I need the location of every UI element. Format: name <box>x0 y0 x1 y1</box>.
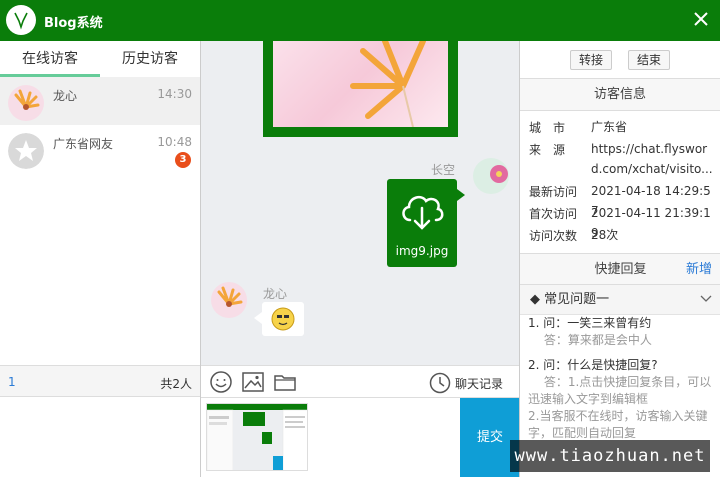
visitor-info: 城 市 广东省 来 源 https://chat.flysword.com/xc… <box>520 111 720 253</box>
sender-name: 龙心 <box>263 287 288 301</box>
visitor-info-panel: 转接 结束 访客信息 城 市 广东省 来 源 https://chat.flys… <box>519 41 720 477</box>
folder-icon[interactable] <box>273 371 297 393</box>
quick-reply-header: 快捷回复 新增 <box>520 253 720 285</box>
avatar <box>8 133 44 169</box>
tab-history-visitors[interactable]: 历史访客 <box>100 41 200 77</box>
chevron-down-icon <box>700 295 712 302</box>
visitor-list-footer: 1 共2人 <box>0 365 200 397</box>
faq-answer: 答：1.点击快捷回复条目，可以迅速输入文字到编辑框 2.当客服不在线时，访客输入… <box>528 375 712 440</box>
file-name: img9.jpg <box>395 244 449 258</box>
info-value: https://chat.flysword.com/xchat/visito..… <box>591 142 713 176</box>
visitor-time: 14:30 <box>157 87 192 101</box>
close-icon[interactable] <box>692 10 710 28</box>
info-label: 城 市 <box>529 121 566 135</box>
info-value: 广东省 <box>591 120 628 134</box>
transfer-button[interactable]: 转接 <box>570 50 613 70</box>
avatar <box>8 85 44 121</box>
watermark: www.tiaozhuan.net <box>510 440 710 472</box>
cloud-download-icon <box>402 195 444 230</box>
visitor-name: 广东省网友 <box>53 137 114 151</box>
visitor-item[interactable]: 龙心 14:30 <box>0 77 200 125</box>
message-input[interactable] <box>201 398 460 477</box>
end-chat-button[interactable]: 结束 <box>628 50 671 70</box>
faq-question: 1. 问：一笑三来曾有约 <box>528 316 652 330</box>
smiley-emoji-icon <box>271 307 295 331</box>
chat-history-label: 聊天记录 <box>455 377 504 391</box>
faq-group-title: ◆ 常见问题一 <box>530 292 610 307</box>
info-label: 首次访问 <box>529 207 578 221</box>
app-logo <box>6 5 36 35</box>
tab-online-visitors[interactable]: 在线访客 <box>0 41 100 77</box>
visitor-info-title: 访客信息 <box>520 79 720 111</box>
clock-icon <box>429 372 451 394</box>
faq-item[interactable]: 1. 问：一笑三来曾有约 答：算来都是会中人 <box>528 315 714 349</box>
pasted-screenshot-thumbnail <box>206 403 308 471</box>
avatar <box>473 158 509 194</box>
info-label: 来 源 <box>529 143 566 157</box>
app-title: Blog系统 <box>44 16 103 31</box>
page-number[interactable]: 1 <box>8 375 16 389</box>
add-quick-reply-link[interactable]: 新增 <box>686 254 712 286</box>
visitor-panel: 在线访客 历史访客 龙心 14:30 广东省网友 10:48 3 1 共2人 <box>0 41 201 477</box>
image-icon[interactable] <box>241 371 265 393</box>
faq-answer: 答：算来都是会中人 <box>528 333 652 347</box>
action-bar: 转接 结束 <box>520 41 720 79</box>
visitor-count: 共2人 <box>160 377 192 391</box>
chat-area: 长空 img9.jpg 龙心 <box>201 41 519 365</box>
chat-toolbar: 聊天记录 <box>201 365 519 398</box>
image-message[interactable] <box>263 41 458 137</box>
visitor-item[interactable]: 广东省网友 10:48 3 <box>0 125 200 173</box>
emoji-icon[interactable] <box>209 371 233 393</box>
unread-badge: 3 <box>175 152 191 168</box>
emoji-message <box>254 302 304 336</box>
file-message[interactable]: img9.jpg <box>387 179 465 267</box>
visitor-time: 10:48 <box>157 135 192 149</box>
info-label: 访问次数 <box>529 229 578 243</box>
flower-image <box>273 41 448 127</box>
title-bar: Blog系统 <box>0 0 720 41</box>
faq-group-header[interactable]: ◆ 常见问题一 <box>520 285 720 315</box>
sender-name: 长空 <box>431 163 456 177</box>
info-value: 28次 <box>591 228 619 242</box>
info-label: 最新访问 <box>529 185 578 199</box>
avatar <box>211 282 247 318</box>
visitor-name: 龙心 <box>53 89 78 103</box>
faq-question: 2. 问：什么是快捷回复? <box>528 358 658 372</box>
faq-group-label: 常见问题一 <box>544 292 610 307</box>
visitor-tabs: 在线访客 历史访客 <box>0 41 200 77</box>
chat-history-button[interactable]: 聊天记录 <box>429 372 511 394</box>
